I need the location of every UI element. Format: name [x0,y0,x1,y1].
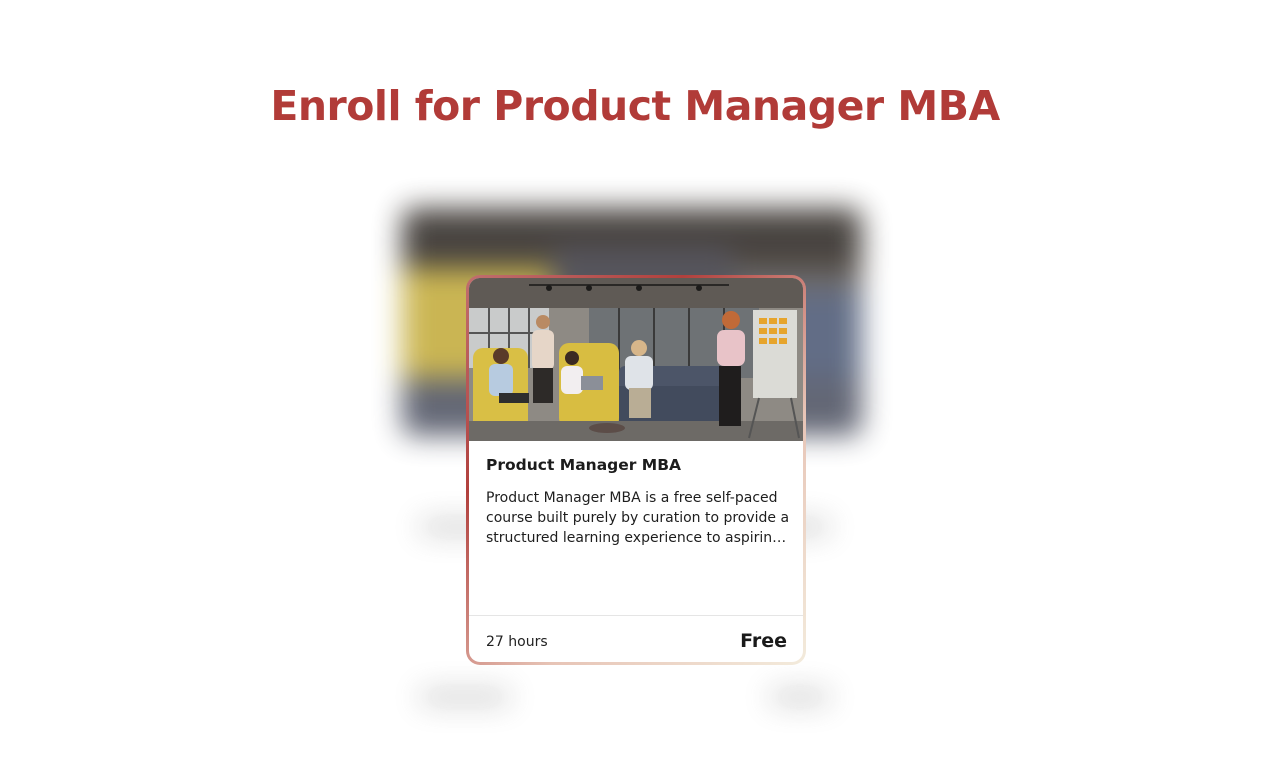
course-image [469,278,803,441]
course-title: Product Manager MBA [486,456,682,474]
course-price: Free [740,630,787,652]
course-card[interactable]: Product Manager MBA Product Manager MBA … [466,275,806,665]
page-title: Enroll for Product Manager MBA [270,82,1000,130]
course-description: Product Manager MBA is a free self-paced… [486,490,790,546]
card-divider [469,615,803,616]
course-duration: 27 hours [486,634,548,650]
